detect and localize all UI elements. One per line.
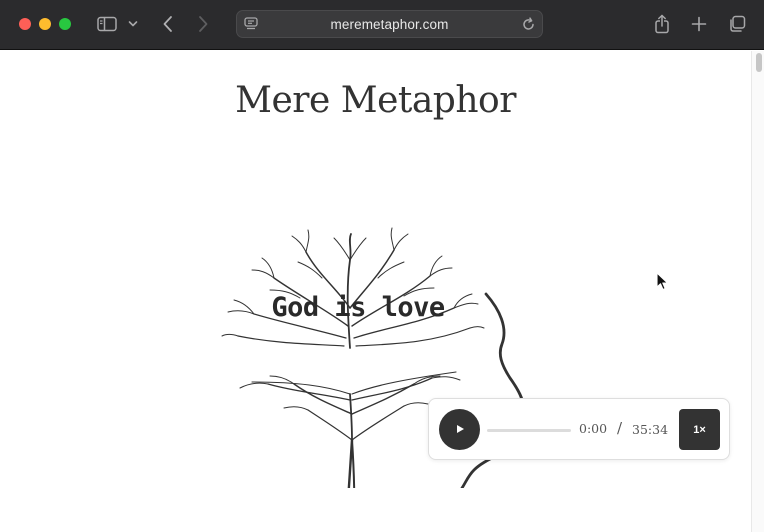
time-separator: / xyxy=(617,419,623,437)
address-bar[interactable]: meremetaphor.com xyxy=(236,10,543,38)
total-time: 35:34 xyxy=(632,422,669,437)
progress-bar[interactable] xyxy=(487,429,571,432)
audio-player: 0:00 / 35:34 1× xyxy=(428,398,730,460)
scrollbar-thumb[interactable] xyxy=(756,53,762,72)
zoom-window-button[interactable] xyxy=(59,18,71,30)
chevron-down-icon[interactable] xyxy=(122,12,144,36)
back-icon[interactable] xyxy=(156,12,180,36)
scrollbar[interactable] xyxy=(751,51,764,532)
close-window-button[interactable] xyxy=(19,18,31,30)
playback-speed-button[interactable]: 1× xyxy=(679,409,720,450)
play-icon xyxy=(455,421,465,439)
share-icon[interactable] xyxy=(650,12,674,36)
site-title[interactable]: Mere Metaphor xyxy=(0,80,751,121)
illustration-text: God is love xyxy=(271,292,445,323)
url-text: meremetaphor.com xyxy=(330,17,449,32)
mouse-cursor-icon xyxy=(656,272,670,297)
tab-overview-icon[interactable] xyxy=(725,12,749,36)
play-button[interactable] xyxy=(439,409,480,450)
browser-toolbar: meremetaphor.com xyxy=(0,0,764,50)
new-tab-icon[interactable] xyxy=(687,12,711,36)
sidebar-icon[interactable] xyxy=(95,12,119,36)
current-time: 0:00 xyxy=(579,421,608,436)
reload-icon[interactable] xyxy=(521,17,536,37)
forward-icon[interactable] xyxy=(191,12,215,36)
minimize-window-button[interactable] xyxy=(39,18,51,30)
